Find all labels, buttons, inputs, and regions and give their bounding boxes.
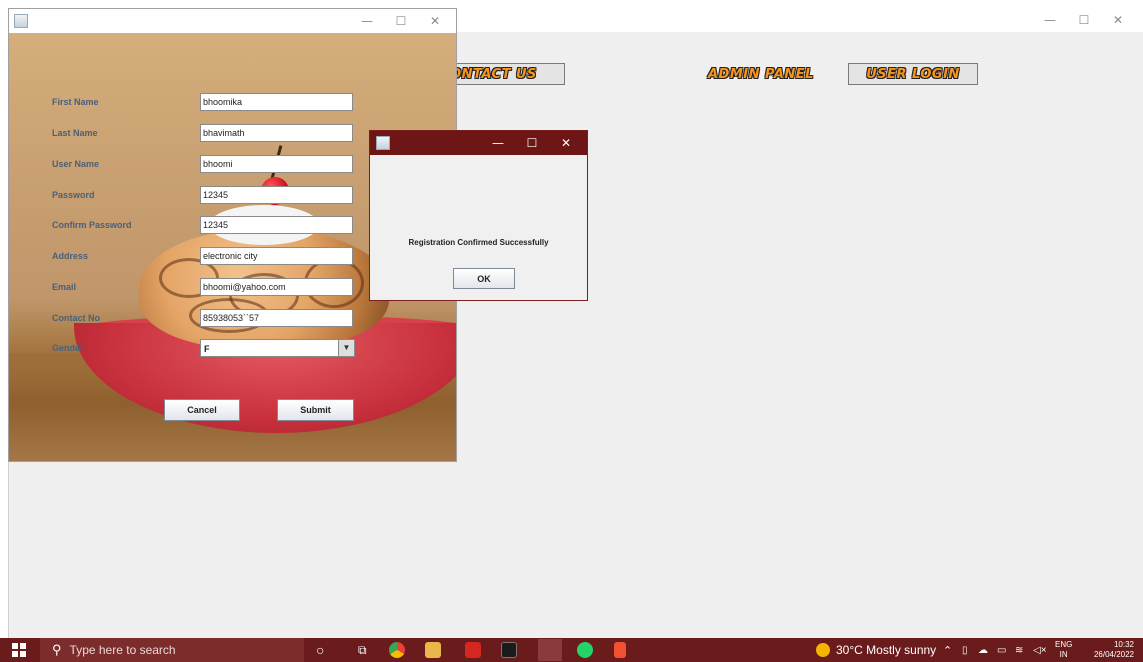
java-app-icon [14, 14, 28, 28]
sun-icon [816, 643, 830, 657]
dialog-title-bar: — ☐ ✕ [370, 131, 587, 155]
language-top: ENG [1055, 640, 1073, 649]
task-view-icon[interactable]: ⧉ [358, 638, 367, 662]
dialog-message: Registration Confirmed Successfully [408, 238, 549, 247]
wifi-icon[interactable]: ≋ [1015, 638, 1023, 662]
ok-button[interactable]: OK [453, 268, 515, 289]
chevron-down-icon[interactable]: ▼ [338, 340, 354, 356]
clock[interactable]: 10:32 26/04/2022 [1082, 638, 1134, 662]
address-label: Address [52, 251, 89, 261]
confirmation-dialog: — ☐ ✕ Registration Confirmed Successfull… [369, 130, 588, 301]
submit-button[interactable]: Submit [277, 399, 354, 421]
clock-date: 26/04/2022 [1093, 650, 1134, 659]
windows-icon [12, 643, 26, 657]
password-label: Password [52, 190, 95, 200]
java-icon[interactable] [538, 639, 562, 661]
weather-widget[interactable]: 30°C Mostly sunny [816, 638, 936, 662]
user-login-button[interactable]: USER LOGIN [848, 63, 978, 85]
clock-time: 10:32 [1113, 640, 1134, 649]
close-button[interactable]: ✕ [549, 136, 583, 150]
minimize-button[interactable]: — [1033, 13, 1067, 27]
minimize-button[interactable]: — [481, 136, 515, 150]
close-button[interactable]: ✕ [1101, 13, 1135, 27]
admin-panel-button[interactable]: ADMIN PANEL [697, 63, 825, 85]
maximize-button[interactable]: ☐ [1067, 13, 1101, 27]
terminal-icon[interactable] [501, 642, 517, 658]
cortana-icon[interactable]: ○ [316, 638, 324, 662]
taskbar: ⚲ Type here to search ○ ⧉ 30°C Mostly su… [0, 638, 1143, 662]
cloud-icon[interactable]: ☁ [978, 638, 988, 662]
close-button[interactable]: ✕ [418, 14, 452, 28]
email-label: Email [52, 282, 77, 292]
last-name-field[interactable]: bhavimath [200, 124, 353, 142]
gender-label: Gender [52, 343, 84, 353]
password-field[interactable]: 12345 [200, 186, 353, 204]
language-bottom: IN [1059, 650, 1068, 659]
taskbar-search-box[interactable]: ⚲ Type here to search [40, 638, 304, 662]
contact-no-label: Contact No [52, 313, 100, 323]
language-indicator[interactable]: ENG IN [1055, 638, 1072, 662]
battery-icon: ▯ [962, 644, 968, 656]
display-icon[interactable]: ▭ [997, 638, 1006, 662]
contact-no-field[interactable]: 85938053``57 [200, 309, 353, 327]
search-icon: ⚲ [52, 642, 62, 657]
minimize-button[interactable]: — [350, 14, 384, 28]
volume-muted-icon[interactable]: ◁× [1033, 638, 1047, 662]
chevron-up-icon[interactable]: ⌃ [943, 638, 952, 662]
maximize-button[interactable]: ☐ [515, 136, 549, 150]
first-name-field[interactable]: bhoomika [200, 93, 353, 111]
user-name-field[interactable]: bhoomi [200, 155, 353, 173]
gender-selected-value: F [204, 344, 210, 354]
git-icon[interactable] [614, 642, 626, 658]
confirm-password-label: Confirm Password [52, 220, 132, 230]
windows-start-button[interactable] [12, 638, 26, 662]
last-name-label: Last Name [52, 128, 98, 138]
java-app-icon [376, 136, 390, 150]
registration-title-bar: — ☐ ✕ [9, 9, 456, 33]
email-field[interactable]: bhoomi@yahoo.com [200, 278, 353, 296]
acrobat-icon[interactable] [465, 642, 481, 658]
cancel-button[interactable]: Cancel [164, 399, 240, 421]
first-name-label: First Name [52, 97, 99, 107]
chrome-icon[interactable] [389, 642, 405, 658]
whatsapp-icon[interactable] [577, 642, 593, 658]
confirm-password-field[interactable]: 12345 [200, 216, 353, 234]
address-field[interactable]: electronic city [200, 247, 353, 265]
gender-select[interactable]: F ▼ [200, 339, 355, 357]
search-placeholder: Type here to search [69, 643, 176, 657]
maximize-button[interactable]: ☐ [384, 14, 418, 28]
user-name-label: User Name [52, 159, 100, 169]
weather-text: 30°C Mostly sunny [836, 643, 937, 657]
file-explorer-icon[interactable] [425, 642, 441, 658]
